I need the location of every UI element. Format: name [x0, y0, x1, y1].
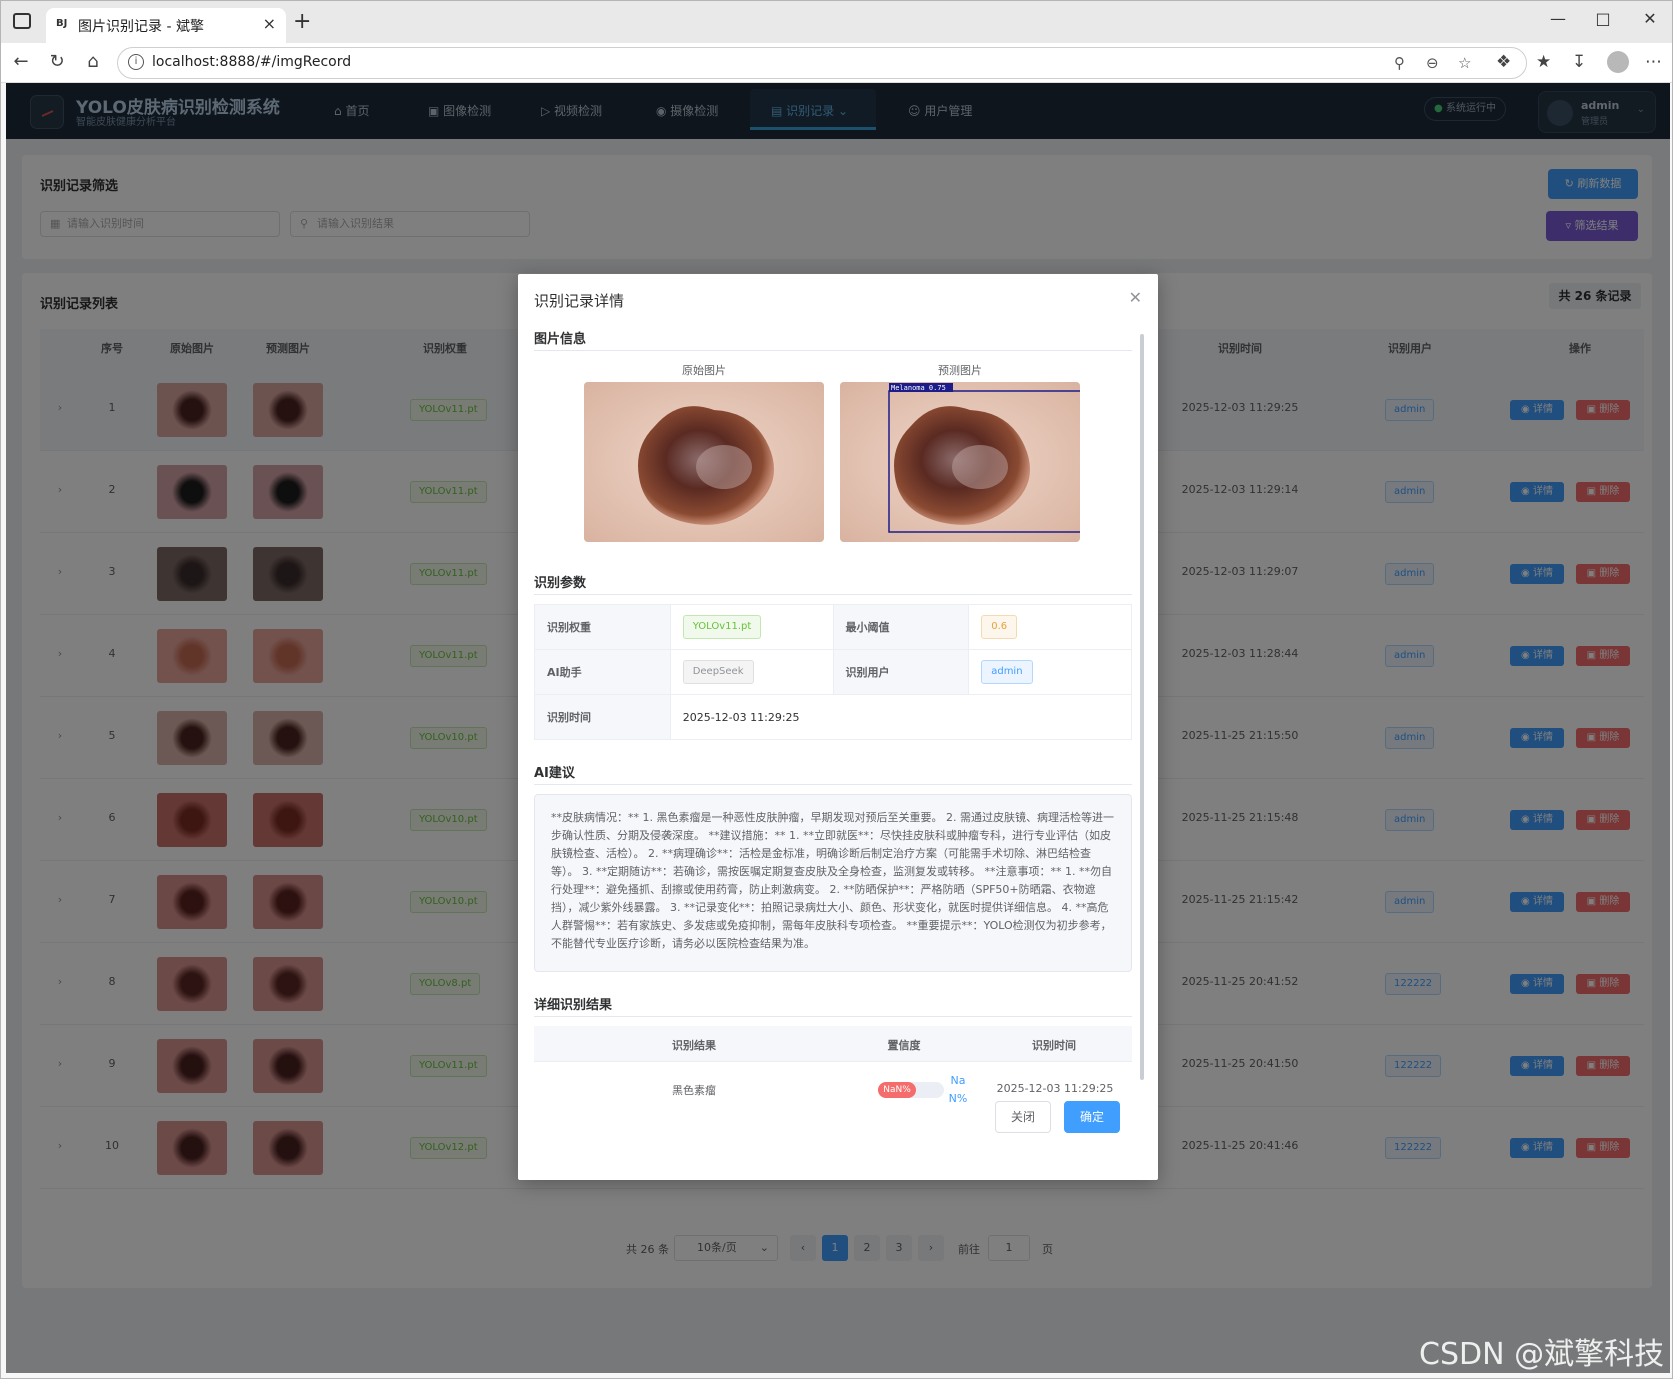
divider — [534, 594, 1132, 595]
section-results-title: 详细识别结果 — [534, 998, 613, 1013]
ai-label: AI助手 — [534, 649, 671, 695]
minimize-icon[interactable]: — — [1543, 9, 1573, 28]
threshold-tag: 0.6 — [981, 615, 1018, 639]
back-icon[interactable]: ← — [9, 51, 33, 72]
section-params-title: 识别参数 — [534, 576, 587, 591]
weight-label: 识别权重 — [534, 604, 671, 650]
results-table-header: 识别结果 置信度 识别时间 — [534, 1026, 1132, 1062]
threshold-value-cell: 0.6 — [968, 604, 1132, 650]
result-col-label: 识别结果 — [672, 1039, 716, 1052]
zoom-icon[interactable]: ⊖ — [1426, 54, 1439, 72]
new-tab-button[interactable]: + — [293, 9, 311, 34]
result-time: 2025-12-03 11:29:25 — [996, 1082, 1114, 1095]
section-images-title: 图片信息 — [534, 332, 587, 347]
app-root: YOLO皮肤病识别检测系统 智能皮肤健康分析平台 ⌂ 首页 ▣ 图像检测 ▷ 视… — [6, 83, 1670, 1373]
extensions-icon[interactable]: ❖ — [1496, 52, 1511, 72]
result-label: 黑色素瘤 — [672, 1084, 716, 1097]
maximize-icon[interactable]: □ — [1588, 9, 1618, 28]
divider — [534, 1016, 1132, 1017]
tab-bar: BJ 图片识别记录 - 斌擎 × + — □ ✕ — [1, 1, 1672, 43]
ai-tag: DeepSeek — [682, 660, 754, 684]
threshold-label: 最小阈值 — [832, 604, 970, 650]
detection-label: Melanoma 0.75 — [891, 384, 946, 392]
result-col-confidence: 置信度 — [887, 1039, 921, 1052]
dialog-title: 识别记录详情 — [534, 292, 625, 310]
tab-title: 图片识别记录 - 斌擎 — [78, 19, 204, 35]
watermark: CSDN @斌擎科技 — [1419, 1337, 1665, 1372]
dialog-scrollbar[interactable] — [1140, 334, 1144, 1080]
confidence-badge: NaN% — [878, 1082, 916, 1098]
record-detail-dialog: 识别记录详情 ✕ 图片信息 原始图片 预测图片 Melanoma 0.75 识别… — [518, 274, 1158, 1180]
confidence-text-2: N% — [948, 1092, 968, 1105]
confirm-button[interactable]: 确定 — [1064, 1101, 1120, 1133]
key-icon[interactable]: ⚲ — [1394, 54, 1405, 72]
reload-icon[interactable]: ↻ — [45, 51, 69, 72]
address-bar[interactable]: i localhost:8888/#/imgRecord ⚲ ⊖ ☆ — [117, 47, 1527, 79]
time-value: 2025-12-03 11:29:25 — [669, 694, 1132, 740]
divider — [534, 350, 1132, 351]
browser-tab[interactable]: BJ 图片识别记录 - 斌擎 × — [46, 8, 286, 43]
confidence-text-1: Na — [950, 1074, 966, 1087]
favorites-icon[interactable]: ★ — [1536, 52, 1551, 72]
site-info-icon[interactable]: i — [128, 54, 144, 70]
weight-value-cell: YOLOv11.pt — [669, 604, 834, 650]
profile-avatar[interactable] — [1607, 51, 1629, 73]
close-icon[interactable]: ✕ — [1129, 288, 1142, 307]
close-button[interactable]: 关闭 — [995, 1101, 1051, 1133]
caption-original: 原始图片 — [682, 364, 726, 377]
params-table: 识别权重 YOLOv11.pt 最小阈值 0.6 AI助手 DeepSeek 识… — [534, 604, 1132, 740]
window-close-icon[interactable]: ✕ — [1635, 9, 1665, 28]
address-row: ← ↻ ⌂ i localhost:8888/#/imgRecord ⚲ ⊖ ☆… — [1, 43, 1672, 83]
predicted-image[interactable]: Melanoma 0.75 — [840, 382, 1080, 542]
sidebar-toggle-icon[interactable] — [13, 13, 31, 29]
close-tab-icon[interactable]: × — [263, 14, 276, 33]
result-col-time: 识别时间 — [1032, 1039, 1076, 1052]
user-tag: admin — [981, 660, 1033, 684]
home-browser-icon[interactable]: ⌂ — [81, 51, 105, 72]
divider — [534, 784, 1132, 785]
dialog-body: 图片信息 原始图片 预测图片 Melanoma 0.75 识别参数 识别权重 Y… — [534, 328, 1132, 1118]
section-ai-title: AI建议 — [534, 766, 575, 781]
download-icon[interactable]: ↧ — [1572, 52, 1586, 72]
favicon-icon: BJ — [56, 18, 68, 29]
original-image[interactable] — [584, 382, 824, 542]
user-label: 识别用户 — [832, 649, 970, 695]
url-text: localhost:8888/#/imgRecord — [152, 54, 352, 70]
favorite-star-icon[interactable]: ☆ — [1458, 54, 1471, 72]
ai-suggestion-text: **皮肤病情况：** 1. 黑色素瘤是一种恶性皮肤肿瘤，早期发现对预后至关重要。… — [534, 794, 1132, 972]
ai-value-cell: DeepSeek — [669, 649, 834, 695]
weight-tag: YOLOv11.pt — [682, 615, 762, 639]
more-menu-icon[interactable]: ⋯ — [1645, 52, 1662, 72]
caption-predicted: 预测图片 — [938, 364, 982, 377]
user-value-cell: admin — [968, 649, 1132, 695]
browser-window: BJ 图片识别记录 - 斌擎 × + — □ ✕ ← ↻ ⌂ i localho… — [0, 0, 1673, 1379]
time-label: 识别时间 — [534, 694, 671, 740]
confidence-progress: NaN% — [878, 1082, 944, 1098]
